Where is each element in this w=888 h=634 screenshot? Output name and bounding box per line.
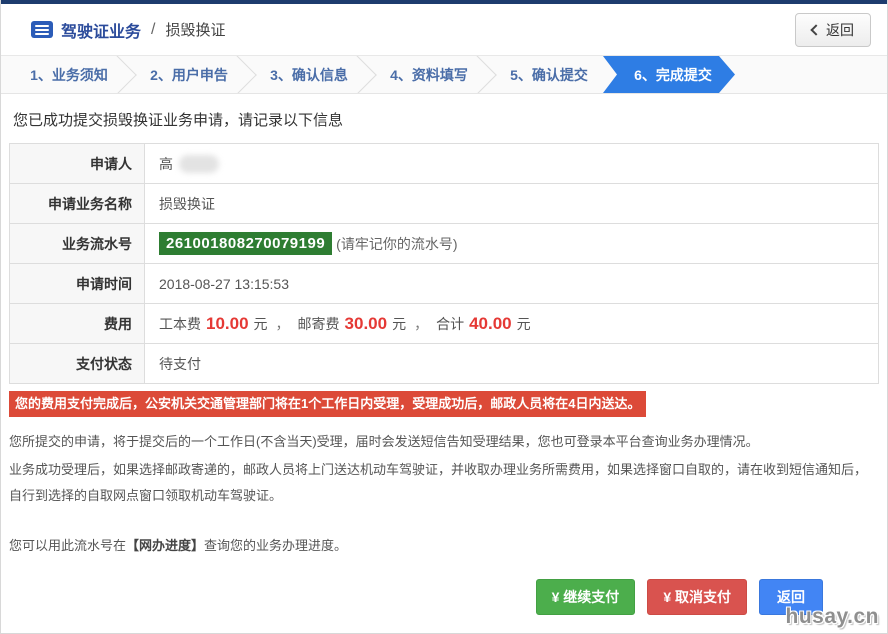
fee-part2-unit: 元	[392, 314, 406, 334]
back-button-top[interactable]: 返回	[795, 13, 871, 47]
payment-status-label: 支付状态	[10, 344, 145, 383]
fee-value: 工本费 10.00 元 ， 邮寄费 30.00 元 ， 合计 40.00 元	[145, 304, 878, 343]
serial-number-badge: 261001808270079199	[159, 232, 332, 255]
breadcrumb-section[interactable]: 驾驶证业务	[61, 18, 141, 42]
notice-paragraph-2: 业务成功受理后，如果选择邮政寄递的，邮政人员将上门送达机动车驾驶证，并收取办理业…	[9, 457, 879, 509]
breadcrumb-separator: /	[151, 21, 155, 39]
fee-part1-unit: 元	[254, 314, 268, 334]
serial-number-note: (请牢记你的流水号)	[336, 234, 457, 254]
apply-time-value: 2018-08-27 13:15:53	[145, 264, 878, 303]
step-label: 5、确认提交	[510, 65, 588, 85]
progress-note-prefix: 您可以用此流水号在	[9, 538, 126, 553]
fee-total-amount: 40.00	[469, 314, 512, 334]
fee-separator: ，	[276, 314, 290, 334]
fee-part1-amount: 10.00	[206, 314, 249, 334]
fee-label: 费用	[10, 304, 145, 343]
business-name-value: 损毁换证	[145, 184, 878, 223]
step-6-complete-submit: 6、完成提交	[603, 56, 735, 93]
table-row-serial-number: 业务流水号 261001808270079199 (请牢记你的流水号)	[10, 224, 878, 264]
step-label: 3、确认信息	[270, 65, 348, 85]
step-label: 1、业务须知	[30, 65, 108, 85]
apply-time-label: 申请时间	[10, 264, 145, 303]
success-message: 您已成功提交损毁换证业务申请，请记录以下信息	[13, 109, 879, 130]
step-4-fill-data: 4、资料填写	[369, 56, 489, 93]
fee-separator: ，	[414, 314, 428, 334]
business-name-label: 申请业务名称	[10, 184, 145, 223]
table-row-applicant: 申请人 高	[10, 144, 878, 184]
step-5-confirm-submit: 5、确认提交	[489, 56, 609, 93]
step-label: 4、资料填写	[390, 65, 468, 85]
breadcrumb: 驾驶证业务 / 损毁换证	[31, 18, 225, 42]
notice-paragraph-1: 您所提交的申请，将于提交后的一个工作日(不含当天)受理，届时会发送短信告知受理结…	[9, 429, 879, 455]
step-label: 6、完成提交	[634, 65, 712, 85]
fee-total-unit: 元	[517, 314, 531, 334]
table-row-apply-time: 申请时间 2018-08-27 13:15:53	[10, 264, 878, 304]
fee-part2-label: 邮寄费	[298, 314, 340, 334]
redaction-blur	[179, 155, 219, 173]
progress-note-highlight: 【网办进度】	[126, 538, 204, 553]
continue-pay-button[interactable]: ¥ 继续支付	[536, 579, 636, 615]
watermark: husay.cn	[786, 605, 879, 629]
payment-status-value: 待支付	[145, 344, 878, 383]
page: 驾驶证业务 / 损毁换证 返回 1、业务须知 2、用户申告 3、确认信息 4、资…	[0, 0, 888, 634]
step-1-business-notice: 1、业务须知	[9, 56, 129, 93]
step-label: 2、用户申告	[150, 65, 228, 85]
applicant-value: 高	[145, 144, 878, 183]
table-row-business-name: 申请业务名称 损毁换证	[10, 184, 878, 224]
cancel-pay-button[interactable]: ¥ 取消支付	[647, 579, 747, 615]
application-info-table: 申请人 高 申请业务名称 损毁换证 业务流水号 2610018082700791…	[9, 143, 879, 384]
fee-part2-amount: 30.00	[345, 314, 388, 334]
chevron-left-icon	[810, 24, 821, 35]
list-icon	[31, 21, 53, 38]
applicant-name: 高	[159, 154, 173, 174]
step-progress-bar: 1、业务须知 2、用户申告 3、确认信息 4、资料填写 5、确认提交 6、完成提…	[1, 56, 887, 94]
back-button-top-label: 返回	[826, 20, 854, 40]
fee-total-label: 合计	[436, 314, 464, 334]
table-row-payment-status: 支付状态 待支付	[10, 344, 878, 384]
fee-part1-label: 工本费	[159, 314, 201, 334]
notice-paragraphs: 您所提交的申请，将于提交后的一个工作日(不含当天)受理，届时会发送短信告知受理结…	[9, 429, 879, 509]
breadcrumb-current: 损毁换证	[165, 19, 225, 40]
warning-banner: 您的费用支付完成后，公安机关交通管理部门将在1个工作日内受理，受理成功后，邮政人…	[9, 391, 646, 417]
step-2-user-declaration: 2、用户申告	[129, 56, 249, 93]
main-content: 您已成功提交损毁换证业务申请，请记录以下信息 申请人 高 申请业务名称 损毁换证…	[1, 109, 887, 554]
applicant-label: 申请人	[10, 144, 145, 183]
table-row-fee: 费用 工本费 10.00 元 ， 邮寄费 30.00 元 ， 合计 40.00 …	[10, 304, 878, 344]
step-3-confirm-info: 3、确认信息	[249, 56, 369, 93]
progress-note-suffix: 查询您的业务办理进度。	[204, 538, 347, 553]
header: 驾驶证业务 / 损毁换证 返回	[1, 4, 887, 56]
serial-number-label: 业务流水号	[10, 224, 145, 263]
footer-actions: ¥ 继续支付 ¥ 取消支付 返回	[536, 579, 823, 615]
serial-number-value: 261001808270079199 (请牢记你的流水号)	[145, 224, 878, 263]
progress-note: 您可以用此流水号在【网办进度】查询您的业务办理进度。	[9, 535, 879, 554]
